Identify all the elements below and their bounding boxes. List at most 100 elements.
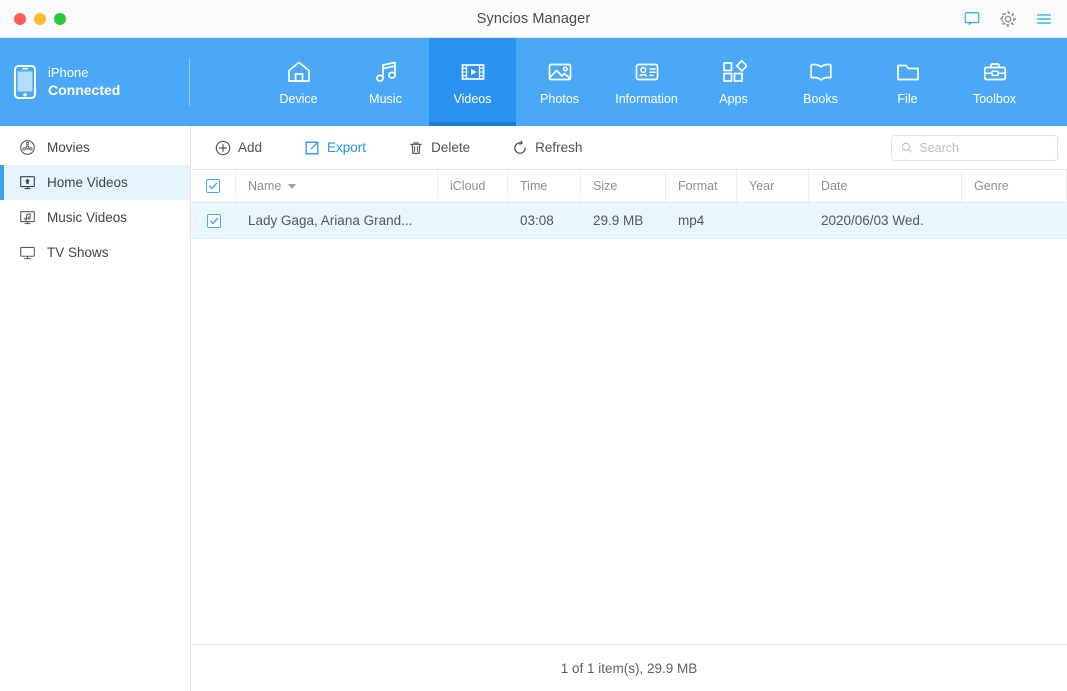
gear-icon[interactable] (999, 10, 1017, 28)
select-all-header[interactable] (191, 170, 236, 202)
sidebar-item-label: Music Videos (47, 210, 128, 225)
column-header-date[interactable]: Date (809, 170, 962, 202)
cell-icloud (438, 203, 508, 238)
sidebar-item-label: Home Videos (47, 175, 128, 190)
nav-label: Apps (719, 91, 748, 106)
cell-date: 2020/06/03 Wed. (821, 213, 924, 228)
videos-table: Name iCloud Time Size Format Year Date G… (191, 170, 1067, 644)
table-row[interactable]: Lady Gaga, Ariana Grand... 03:08 29.9 MB… (191, 203, 1067, 239)
add-button[interactable]: Add (205, 136, 272, 160)
nav-item-photos[interactable]: Photos (516, 38, 603, 126)
delete-button[interactable]: Delete (398, 136, 480, 160)
device-name: iPhone (48, 64, 89, 80)
check-icon (208, 182, 218, 190)
column-header-time[interactable]: Time (508, 170, 581, 202)
sidebar: Movies Home Videos Music Videos TV Shows (0, 126, 191, 691)
title-bar-actions (963, 10, 1053, 28)
minimize-window-button[interactable] (34, 12, 46, 25)
search-input[interactable] (919, 140, 1048, 155)
search-box[interactable] (891, 134, 1058, 161)
nav-label: File (897, 91, 918, 106)
nav-label: Device (279, 91, 318, 106)
column-label: iCloud (450, 179, 486, 193)
nav-item-file[interactable]: File (864, 38, 951, 126)
column-label: Genre (974, 179, 1009, 193)
column-header-year[interactable]: Year (737, 170, 809, 202)
row-select-cell[interactable] (191, 203, 236, 238)
export-button[interactable]: Export (294, 136, 376, 160)
phone-icon (14, 65, 36, 99)
nav-label: Information (615, 91, 678, 106)
book-icon (809, 63, 832, 81)
export-button-label: Export (327, 140, 367, 155)
sidebar-item-movies[interactable]: Movies (0, 130, 190, 165)
nav-item-music[interactable]: Music (342, 38, 429, 126)
status-bar: 1 of 1 item(s), 29.9 MB (191, 644, 1067, 691)
feedback-icon[interactable] (963, 10, 981, 28)
window-title: Syncios Manager (476, 10, 591, 27)
column-label: Date (821, 179, 848, 193)
export-icon (305, 141, 319, 154)
nav-item-videos[interactable]: Videos (429, 38, 516, 126)
nav-item-device[interactable]: Device (255, 38, 342, 126)
cell-format: mp4 (678, 213, 705, 228)
column-header-genre[interactable]: Genre (962, 170, 1067, 202)
sort-caret-icon (288, 183, 297, 189)
nav-label: Toolbox (972, 91, 1017, 106)
music-video-icon (20, 211, 35, 225)
sidebar-item-music-videos[interactable]: Music Videos (0, 200, 190, 235)
film-icon (461, 63, 484, 80)
film-reel-icon (20, 140, 35, 155)
nav-items: Device Music Videos Photos Information A… (190, 38, 1067, 126)
content-toolbar: Add Export Delete Refresh Search (191, 126, 1067, 170)
device-status[interactable]: iPhone Connected (0, 38, 190, 126)
title-bar: Syncios Manager (0, 0, 1067, 38)
close-window-button[interactable] (14, 12, 26, 25)
sidebar-item-home-videos[interactable]: Home Videos (0, 165, 190, 200)
nav-item-toolbox[interactable]: Toolbox (951, 38, 1038, 126)
maximize-window-button[interactable] (54, 12, 66, 25)
check-icon (209, 217, 218, 224)
contact-card-icon (635, 63, 658, 80)
nav-item-books[interactable]: Books (777, 38, 864, 126)
trash-icon (410, 141, 422, 154)
cell-year (737, 203, 809, 238)
toolbox-icon (983, 62, 1006, 80)
nav-item-information[interactable]: Information (603, 38, 690, 126)
column-header-name[interactable]: Name (236, 170, 438, 202)
nav-item-apps[interactable]: Apps (690, 38, 777, 126)
home-video-icon (20, 176, 35, 190)
select-all-checkbox[interactable] (206, 179, 220, 193)
status-summary: 1 of 1 item(s), 29.9 MB (560, 660, 698, 676)
refresh-button-label: Refresh (535, 140, 583, 155)
home-icon (287, 61, 310, 82)
column-header-format[interactable]: Format (666, 170, 737, 202)
sidebar-item-label: TV Shows (47, 245, 109, 260)
search-icon (901, 142, 912, 153)
column-label: Year (749, 179, 775, 193)
refresh-icon (514, 140, 526, 154)
nav-label: Music (369, 91, 402, 106)
menu-icon[interactable] (1035, 10, 1053, 28)
column-header-size[interactable]: Size (581, 170, 666, 202)
cell-name: Lady Gaga, Ariana Grand... (248, 213, 413, 228)
column-header-icloud[interactable]: iCloud (438, 170, 508, 202)
sidebar-item-tv-shows[interactable]: TV Shows (0, 235, 190, 270)
window-controls (14, 12, 66, 25)
table-header-row: Name iCloud Time Size Format Year Date G… (191, 170, 1067, 203)
add-button-label: Add (238, 140, 263, 155)
column-label: Format (678, 179, 718, 193)
sidebar-item-label: Movies (47, 140, 90, 155)
app-body: Movies Home Videos Music Videos TV Shows… (0, 126, 1067, 691)
app-window: Syncios Manager iPhone Connected Device … (0, 0, 1067, 691)
table-body: Lady Gaga, Ariana Grand... 03:08 29.9 MB… (191, 203, 1067, 644)
nav-label: Books (803, 91, 838, 106)
row-checkbox[interactable] (206, 213, 221, 228)
column-label: Time (520, 179, 548, 193)
nav-label: Photos (540, 91, 579, 106)
picture-icon (548, 63, 571, 80)
main-navigation-bar: iPhone Connected Device Music Videos Pho… (0, 38, 1067, 126)
plus-circle-icon (215, 140, 231, 155)
cell-time: 03:08 (520, 213, 554, 228)
refresh-button[interactable]: Refresh (502, 136, 592, 160)
